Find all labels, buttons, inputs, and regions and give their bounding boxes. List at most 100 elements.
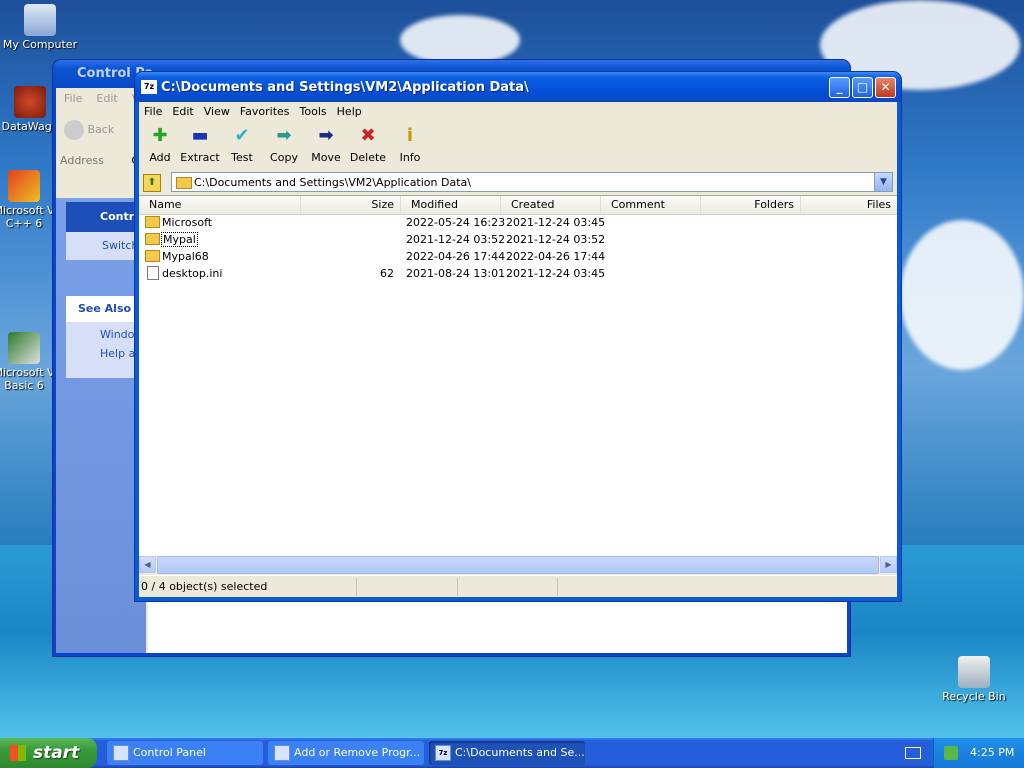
file-manager-window[interactable]: 7z C:\Documents and Settings\VM2\Applica…: [135, 72, 901, 601]
taskbar-item-label: C:\Documents and Se...: [455, 746, 585, 759]
file-list[interactable]: Name Size Modified Created Comment Folde…: [139, 195, 897, 557]
maximize-button[interactable]: □: [852, 77, 873, 98]
menu-edit[interactable]: Edit: [167, 105, 198, 118]
file-name: desktop.ini: [162, 267, 223, 280]
move-label: Move: [311, 151, 341, 164]
recycle-bin-icon: [958, 656, 990, 688]
menu-favorites[interactable]: Favorites: [235, 105, 295, 118]
column-name[interactable]: Name: [139, 196, 301, 214]
column-modified[interactable]: Modified: [401, 196, 501, 214]
desktop-icon-visual-cpp[interactable]: Microsoft V C++ 6: [0, 170, 56, 230]
cp-see-also-title: See Also: [66, 296, 146, 322]
extract-label: Extract: [180, 151, 220, 164]
windows-logo-icon: [10, 745, 26, 761]
menu-tools[interactable]: Tools: [295, 105, 332, 118]
start-button[interactable]: start: [0, 738, 97, 768]
scroll-left-button[interactable]: ◀: [139, 556, 156, 573]
status-divider: [557, 578, 558, 596]
cp-see-also-item[interactable]: Help a: [66, 341, 146, 360]
column-files[interactable]: Files: [801, 196, 897, 214]
address-value: C:\Documents and Settings\VM2\Applicatio…: [194, 176, 471, 189]
desktop-icon-label: Microsoft V C++ 6: [0, 204, 55, 230]
horizontal-scrollbar[interactable]: ◀ ▶: [139, 556, 897, 574]
desktop-icon-visual-basic[interactable]: Microsoft V Basic 6: [0, 332, 56, 392]
scroll-thumb[interactable]: [157, 556, 879, 574]
visual-cpp-icon: [8, 170, 40, 202]
taskbar-item-7zip[interactable]: 7z C:\Documents and Se...: [429, 741, 585, 765]
status-bar: 0 / 4 object(s) selected: [139, 575, 897, 598]
column-comment[interactable]: Comment: [601, 196, 701, 214]
window-titlebar[interactable]: 7z C:\Documents and Settings\VM2\Applica…: [135, 72, 901, 102]
system-tray: 4:25 PM: [933, 738, 1024, 768]
cp-switch-label: Switch: [102, 239, 139, 252]
7zip-logo-icon: 7z: [141, 80, 157, 94]
taskbar-item-control-panel[interactable]: Control Panel: [107, 741, 263, 765]
visual-basic-icon: [8, 332, 40, 364]
column-created[interactable]: Created: [501, 196, 601, 214]
desktop-icon-my-computer[interactable]: My Computer: [0, 4, 80, 51]
address-dropdown-button[interactable]: ▼: [874, 173, 892, 191]
cp-see-also: See Also Windo Help a: [66, 296, 146, 378]
cp-back-button[interactable]: Back: [64, 120, 114, 140]
taskbar-item-add-remove[interactable]: Add or Remove Progr...: [268, 741, 424, 765]
minimize-button[interactable]: _: [829, 77, 850, 98]
address-row: ⬆ C:\Documents and Settings\VM2\Applicat…: [139, 171, 897, 195]
settings-file-icon: [147, 266, 159, 280]
column-size[interactable]: Size: [301, 196, 401, 214]
add-icon: ✚: [152, 125, 168, 146]
file-row[interactable]: Mypal68 2022-04-26 17:44 2022-04-26 17:4…: [139, 248, 897, 265]
address-combobox[interactable]: C:\Documents and Settings\VM2\Applicatio…: [171, 172, 893, 192]
copy-button[interactable]: ➡ Copy: [263, 125, 305, 164]
desktop-icon-label: Microsoft V Basic 6: [0, 366, 55, 392]
folder-icon: [145, 233, 160, 245]
cp-menu-edit[interactable]: Edit: [96, 92, 117, 105]
up-arrow-icon: ⬆: [147, 177, 157, 188]
up-folder-button[interactable]: ⬆: [143, 174, 161, 192]
7zip-icon: 7z: [435, 745, 451, 761]
close-button[interactable]: ✕: [875, 77, 896, 98]
move-button[interactable]: ➡ Move: [305, 125, 347, 164]
add-button[interactable]: ✚ Add: [139, 125, 181, 164]
clock[interactable]: 4:25 PM: [970, 738, 1014, 768]
scroll-right-button[interactable]: ▶: [880, 556, 897, 573]
control-panel-icon: [113, 745, 129, 761]
datawagon-icon: [14, 86, 46, 118]
menu-file[interactable]: File: [139, 105, 167, 118]
file-row[interactable]: Microsoft 2022-05-24 16:23 2021-12-24 03…: [139, 214, 897, 231]
file-name: Microsoft: [162, 216, 213, 229]
start-label: start: [33, 743, 80, 763]
column-folders[interactable]: Folders: [701, 196, 801, 214]
chevron-down-icon: ▼: [880, 177, 887, 187]
delete-button[interactable]: ✖ Delete: [347, 125, 389, 164]
info-icon: i: [406, 125, 414, 146]
menu-bar: File Edit View Favorites Tools Help: [139, 102, 897, 121]
file-row[interactable]: Mypal 2021-12-24 03:52 2021-12-24 03:52: [139, 231, 897, 248]
extract-button[interactable]: ▬ Extract: [179, 125, 221, 164]
network-icon[interactable]: [944, 746, 958, 760]
file-modified: 2022-04-26 17:44: [406, 250, 506, 263]
cp-see-also-item[interactable]: Windo: [66, 322, 146, 341]
back-arrow-icon: [64, 120, 84, 140]
file-name: Mypal: [161, 232, 198, 247]
menu-view[interactable]: View: [199, 105, 235, 118]
add-remove-programs-icon: [274, 745, 290, 761]
column-header: Name Size Modified Created Comment Folde…: [139, 196, 897, 215]
test-button[interactable]: ✔ Test: [221, 125, 263, 164]
file-created: 2021-12-24 03:52: [506, 233, 606, 246]
menu-help[interactable]: Help: [332, 105, 367, 118]
desktop-icon-recycle-bin[interactable]: Recycle Bin: [934, 656, 1014, 703]
toolbar: ✚ Add ▬ Extract ✔ Test ➡ Copy ➡ Move ✖ D…: [139, 121, 897, 169]
test-icon: ✔: [234, 125, 250, 146]
info-button[interactable]: i Info: [389, 125, 431, 164]
delete-icon: ✖: [360, 125, 376, 146]
folder-icon: [145, 250, 160, 262]
keyboard-icon[interactable]: [905, 747, 921, 759]
taskbar-item-label: Control Panel: [133, 746, 206, 759]
focused-file-name: Mypal: [161, 232, 198, 247]
cp-panel-header: Contro: [66, 202, 146, 232]
info-label: Info: [399, 151, 421, 164]
my-computer-icon: [24, 4, 56, 36]
cp-menu-file[interactable]: File: [64, 92, 82, 105]
cp-switch-link[interactable]: Switch: [66, 232, 146, 260]
file-row[interactable]: desktop.ini 62 2021-08-24 13:01 2021-12-…: [139, 265, 897, 282]
